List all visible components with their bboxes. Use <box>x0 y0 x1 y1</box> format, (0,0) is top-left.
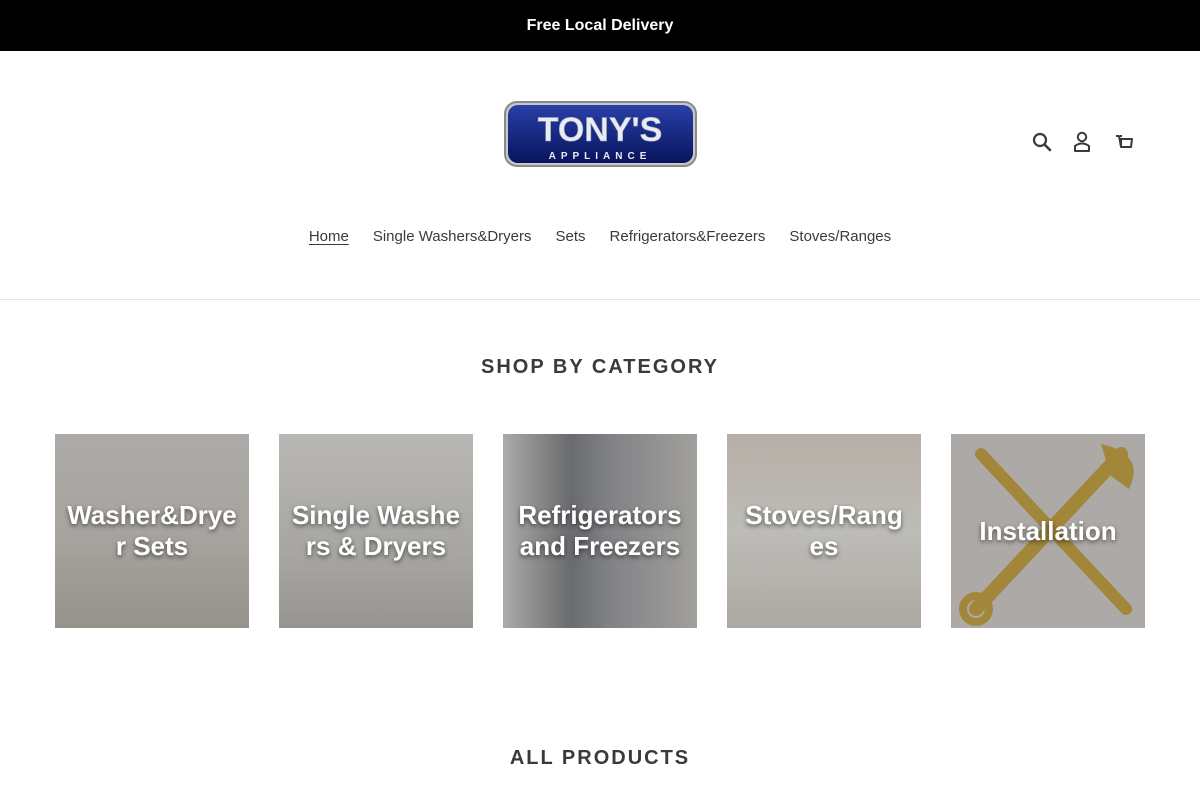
main-navigation: Home Single Washers&Dryers Sets Refriger… <box>0 227 1200 247</box>
category-card-stoves-ranges[interactable]: Stoves/Ranges <box>727 434 921 628</box>
category-label: Washer&Dryer Sets <box>67 500 237 561</box>
site-header: TONY'S APPLIANCE Home Single Washers&Dry… <box>0 51 1200 300</box>
cart-icon[interactable] <box>1112 130 1136 154</box>
category-grid: Washer&Dryer Sets Single Washers & Dryer… <box>55 434 1145 628</box>
nav-item-single-washers-dryers[interactable]: Single Washers&Dryers <box>361 227 544 247</box>
logo-sub-text: APPLIANCE <box>549 151 652 162</box>
shop-by-category-heading: SHOP BY CATEGORY <box>481 356 719 378</box>
announcement-text: Free Local Delivery <box>526 16 674 34</box>
logo-image: TONY'S APPLIANCE <box>504 101 697 167</box>
search-icon[interactable] <box>1030 130 1054 154</box>
account-icon[interactable] <box>1070 130 1094 154</box>
category-card-washer-dryer-sets[interactable]: Washer&Dryer Sets <box>55 434 249 628</box>
announcement-bar: Free Local Delivery <box>0 0 1200 51</box>
category-label: Single Washers & Dryers <box>291 500 461 561</box>
logo-main-text: TONY'S <box>538 111 663 149</box>
category-label: Installation <box>979 515 1117 546</box>
nav-item-stoves-ranges[interactable]: Stoves/Ranges <box>777 227 903 247</box>
category-label: Stoves/Ranges <box>745 500 903 561</box>
nav-item-refrigerators-freezers[interactable]: Refrigerators&Freezers <box>598 227 778 247</box>
category-card-installation[interactable]: Installation <box>951 434 1145 628</box>
all-products-heading: ALL PRODUCTS <box>509 747 691 769</box>
nav-item-home[interactable]: Home <box>297 227 361 247</box>
nav-item-sets[interactable]: Sets <box>544 227 598 247</box>
category-label: Refrigerators and Freezers <box>518 500 682 561</box>
store-logo[interactable]: TONY'S APPLIANCE <box>504 101 697 167</box>
category-card-single-washers-dryers[interactable]: Single Washers & Dryers <box>279 434 473 628</box>
category-card-refrigerators-freezers[interactable]: Refrigerators and Freezers <box>503 434 697 628</box>
